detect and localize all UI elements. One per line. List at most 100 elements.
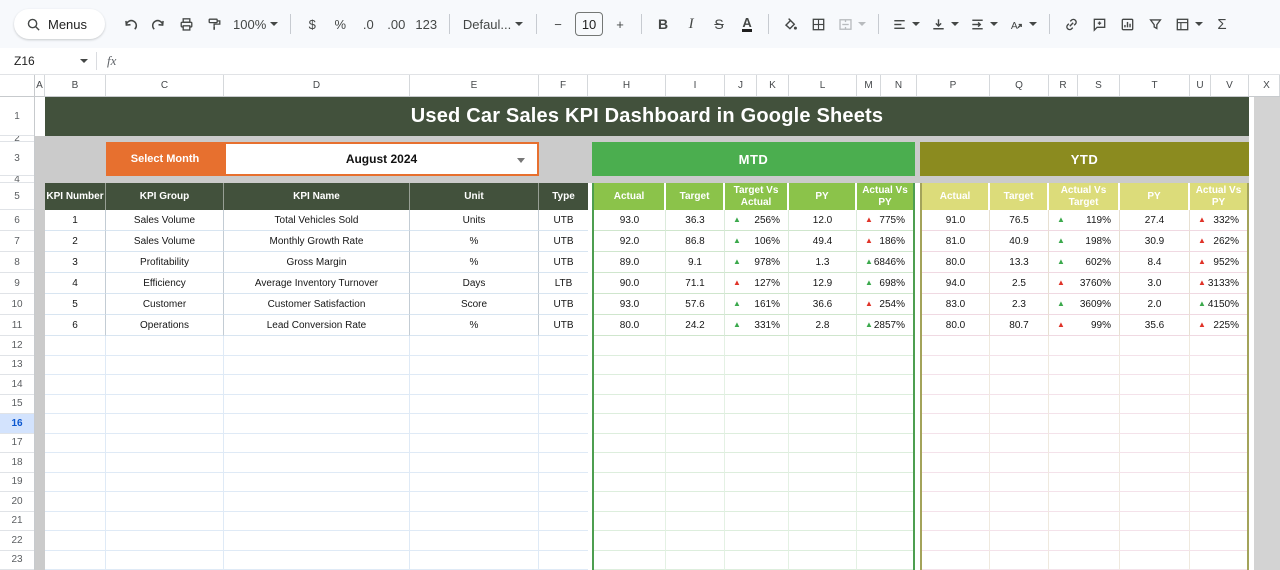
empty-grid-cell[interactable] [789, 414, 857, 434]
grid-cell[interactable]: 80.0 [922, 315, 990, 336]
empty-grid-cell[interactable] [789, 433, 857, 453]
empty-grid-cell[interactable] [666, 472, 725, 492]
empty-grid-cell[interactable] [666, 531, 725, 551]
empty-grid-cell[interactable] [1120, 336, 1190, 356]
empty-grid-cell[interactable] [594, 531, 666, 551]
grid-cell[interactable]: % [410, 231, 539, 252]
empty-grid-cell[interactable] [45, 336, 106, 356]
row-header-20[interactable]: 20 [0, 492, 34, 512]
column-header-a[interactable]: A [35, 75, 45, 96]
empty-grid-cell[interactable] [224, 472, 410, 492]
empty-grid-cell[interactable] [725, 375, 789, 395]
font-selector[interactable]: Defaul... [458, 10, 528, 38]
grid-cell[interactable]: Operations [106, 315, 224, 336]
empty-grid-cell[interactable] [410, 531, 539, 551]
empty-grid-cell[interactable] [410, 355, 539, 375]
empty-grid-cell[interactable] [725, 433, 789, 453]
empty-grid-cell[interactable] [539, 375, 588, 395]
grid-cell[interactable]: 2 [45, 231, 106, 252]
empty-grid-cell[interactable] [922, 453, 990, 473]
vertical-align-button[interactable] [926, 10, 963, 38]
grid-cell[interactable]: Sales Volume [106, 231, 224, 252]
row-header-1[interactable]: 1 [0, 97, 34, 136]
empty-grid-cell[interactable] [1049, 453, 1120, 473]
empty-grid-cell[interactable] [106, 531, 224, 551]
empty-grid-cell[interactable] [725, 394, 789, 414]
empty-grid-cell[interactable] [106, 492, 224, 512]
row-header-7[interactable]: 7 [0, 231, 34, 252]
empty-grid-cell[interactable] [106, 453, 224, 473]
name-box[interactable]: Z16 [0, 54, 96, 68]
grid-cell-vs[interactable]: ▲ 186% [857, 231, 913, 252]
empty-grid-cell[interactable] [594, 375, 666, 395]
column-header-x[interactable]: X [1254, 75, 1280, 96]
grid-cell-vs[interactable]: ▲ 6846% [857, 252, 913, 273]
grid-cell[interactable]: 49.4 [789, 231, 857, 252]
row-header-11[interactable]: 11 [0, 315, 34, 336]
grid-cell[interactable]: UTB [539, 231, 588, 252]
empty-grid-cell[interactable] [857, 356, 913, 375]
grid-cell[interactable]: 80.0 [594, 315, 666, 336]
row-header-23[interactable]: 23 [0, 551, 34, 570]
empty-grid-cell[interactable] [594, 394, 666, 414]
empty-grid-cell[interactable] [539, 492, 588, 512]
grid-cell-vs[interactable]: ▲ 4150% [1190, 294, 1247, 315]
empty-grid-cell[interactable] [666, 355, 725, 375]
empty-grid-cell[interactable] [1190, 453, 1247, 473]
grid-cell-vs[interactable]: ▲ 225% [1190, 315, 1247, 336]
empty-grid-cell[interactable] [106, 355, 224, 375]
empty-grid-cell[interactable] [539, 336, 588, 356]
empty-grid-cell[interactable] [1120, 492, 1190, 512]
empty-grid-cell[interactable] [410, 394, 539, 414]
grid-cell[interactable]: Gross Margin [224, 252, 410, 273]
grid-cell-vs[interactable]: ▲ 332% [1190, 210, 1247, 231]
grid-cell[interactable]: 93.0 [594, 294, 666, 315]
text-color-button[interactable]: A [734, 10, 760, 38]
row-header-12[interactable]: 12 [0, 336, 34, 356]
empty-grid-cell[interactable] [106, 394, 224, 414]
empty-grid-cell[interactable] [1049, 472, 1120, 492]
empty-grid-cell[interactable] [1049, 394, 1120, 414]
grid-cell[interactable]: 36.3 [666, 210, 725, 231]
empty-grid-cell[interactable] [990, 550, 1049, 570]
empty-grid-cell[interactable] [922, 375, 990, 395]
grid-cell[interactable]: 40.9 [990, 231, 1049, 252]
empty-grid-cell[interactable] [1049, 375, 1120, 395]
empty-grid-cell[interactable] [45, 355, 106, 375]
empty-grid-cell[interactable] [666, 375, 725, 395]
decrease-font-size-button[interactable]: − [545, 10, 571, 38]
grid-cell[interactable]: UTB [539, 294, 588, 315]
empty-grid-cell[interactable] [410, 336, 539, 356]
empty-grid-cell[interactable] [857, 492, 913, 512]
row-header-15[interactable]: 15 [0, 395, 34, 414]
empty-grid-cell[interactable] [1190, 395, 1247, 414]
empty-grid-cell[interactable] [1190, 336, 1247, 356]
grid-cell[interactable]: 90.0 [594, 273, 666, 294]
empty-grid-cell[interactable] [410, 472, 539, 492]
bold-button[interactable]: B [650, 10, 676, 38]
empty-grid-cell[interactable] [224, 511, 410, 531]
empty-grid-cell[interactable] [1120, 550, 1190, 570]
empty-grid-cell[interactable] [990, 472, 1049, 492]
empty-grid-cell[interactable] [594, 472, 666, 492]
empty-grid-cell[interactable] [922, 550, 990, 570]
grid-cell-vs[interactable]: ▲ 256% [725, 210, 789, 231]
grid-cell[interactable]: 89.0 [594, 252, 666, 273]
empty-grid-cell[interactable] [224, 433, 410, 453]
select-all-corner[interactable] [0, 75, 35, 97]
row-header-10[interactable]: 10 [0, 294, 34, 315]
empty-grid-cell[interactable] [666, 511, 725, 531]
empty-grid-cell[interactable] [45, 511, 106, 531]
column-header-q[interactable]: Q [990, 75, 1049, 96]
grid-cell[interactable]: Units [410, 210, 539, 231]
column-header-j[interactable]: J [725, 75, 757, 96]
empty-grid-cell[interactable] [45, 394, 106, 414]
empty-grid-cell[interactable] [45, 531, 106, 551]
empty-grid-cell[interactable] [106, 550, 224, 570]
column-header-k[interactable]: K [757, 75, 789, 96]
grid-cell[interactable]: 80.7 [990, 315, 1049, 336]
empty-grid-cell[interactable] [857, 414, 913, 434]
empty-grid-cell[interactable] [725, 531, 789, 551]
empty-grid-cell[interactable] [1190, 356, 1247, 375]
empty-grid-cell[interactable] [725, 492, 789, 512]
